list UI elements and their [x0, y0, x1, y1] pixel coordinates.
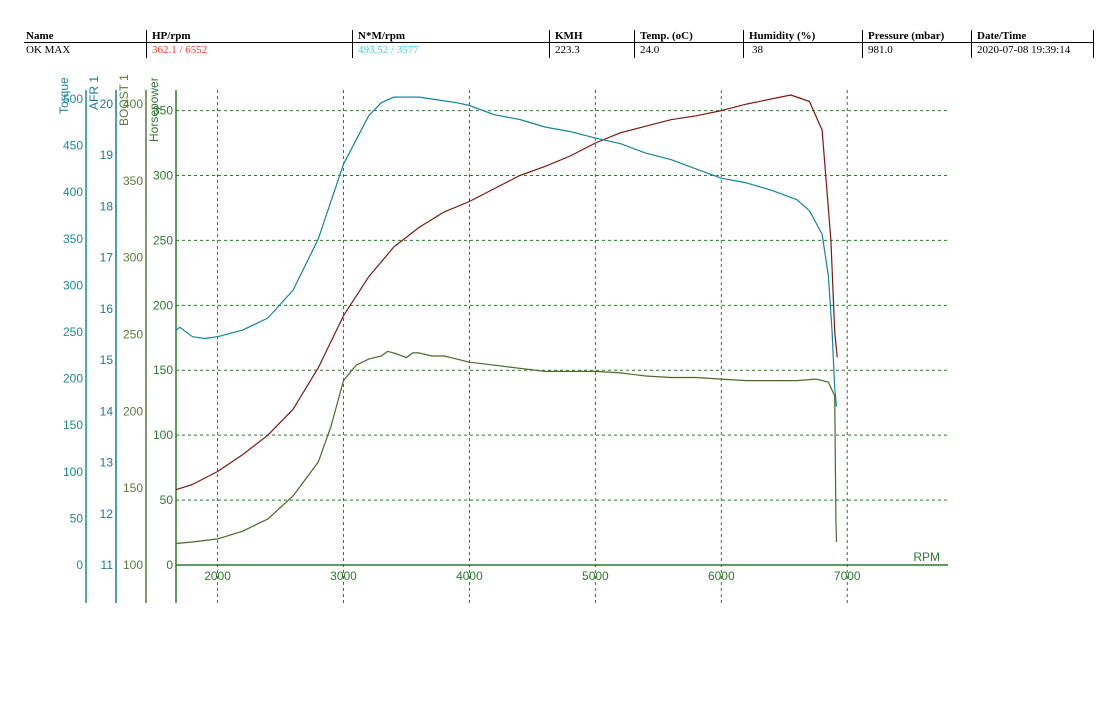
horsepower-tick-label: 250: [153, 233, 173, 247]
chart-axes: 2000 3000 4000 5000 6000 7000RPM0501001502002…: [57, 74, 948, 603]
torque-tick-label: 200: [63, 372, 83, 386]
boost-tick-label: 300: [123, 251, 143, 265]
afr-tick-label: 16: [100, 302, 114, 316]
afr-axis-title: AFR 1: [87, 76, 101, 110]
horsepower-tick-label: 300: [153, 168, 173, 182]
boost-tick-label: 200: [123, 404, 143, 418]
boost-tick-label: 350: [123, 174, 143, 188]
horsepower-axis-title: Horsepower: [147, 77, 161, 142]
afr-tick-label: 17: [100, 251, 114, 265]
torque-tick-label: 0: [76, 558, 83, 572]
torque-tick-label: 350: [63, 232, 83, 246]
horsepower-curve: [175, 94, 838, 491]
x-tick-label: 4000: [456, 569, 483, 583]
x-tick-label: 3000: [330, 569, 357, 583]
boost-curve: [175, 350, 838, 545]
horsepower-tick-label: 100: [153, 428, 173, 442]
boost-tick-label: 100: [123, 558, 143, 572]
boost-axis-title: BOOST 1: [117, 74, 131, 126]
horsepower-tick-label: 150: [153, 363, 173, 377]
torque-axis-title: Torque: [57, 77, 71, 114]
horsepower-tick-label: 50: [160, 493, 174, 507]
afr-tick-label: 18: [100, 199, 114, 213]
x-tick-label: 7000: [834, 569, 861, 583]
afr-tick-label: 15: [100, 353, 114, 367]
afr-tick-label: 11: [101, 558, 114, 572]
x-tick-label: 5000: [582, 569, 609, 583]
torque-tick-label: 400: [63, 185, 83, 199]
horsepower-tick-label: 200: [153, 298, 173, 312]
chart-series: [175, 94, 838, 545]
torque-tick-label: 250: [63, 325, 83, 339]
torque-tick-label: 100: [63, 465, 83, 479]
x-tick-label: 6000: [708, 569, 735, 583]
afr-tick-label: 20: [100, 97, 114, 111]
horsepower-tick-label: 0: [166, 558, 173, 572]
x-axis-label: RPM: [913, 550, 940, 564]
boost-tick-label: 250: [123, 328, 143, 342]
boost-tick-label: 150: [123, 481, 143, 495]
torque-tick-label: 50: [70, 511, 84, 525]
dyno-chart: 2000 3000 4000 5000 6000 7000RPM0501001502002…: [57, 74, 948, 603]
x-tick-label: 2000: [204, 569, 231, 583]
afr-tick-label: 14: [100, 404, 114, 418]
torque-tick-label: 450: [63, 139, 83, 153]
torque-tick-label: 300: [63, 278, 83, 292]
torque-curve: [175, 96, 838, 407]
afr-tick-label: 19: [100, 148, 114, 162]
torque-tick-label: 150: [63, 418, 83, 432]
afr-tick-label: 13: [100, 456, 114, 470]
afr-tick-label: 12: [100, 507, 114, 521]
